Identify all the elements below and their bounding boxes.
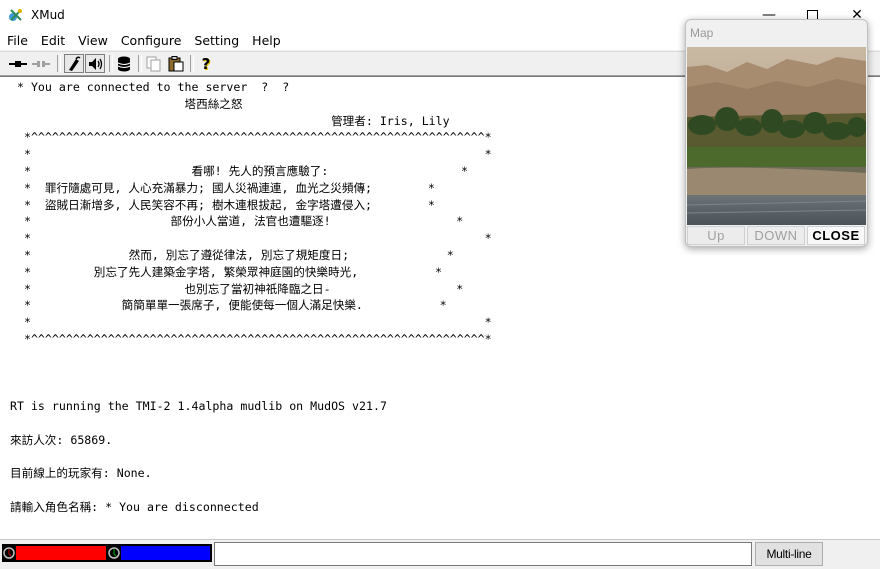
sound-button[interactable] [85, 54, 105, 73]
script-button[interactable] [64, 54, 84, 73]
window-title: XMud [31, 8, 65, 22]
sp-bar [121, 546, 210, 560]
help-button[interactable]: ? [196, 54, 216, 73]
map-window[interactable]: Map Up DOWN CLOSE [685, 19, 868, 247]
xmud-app-icon [9, 9, 22, 21]
toolbar-separator [57, 55, 61, 72]
toolbar-separator [109, 55, 113, 72]
disconnect-icon [32, 60, 50, 67]
sp-icon [108, 547, 120, 559]
map-window-title: Map [690, 26, 714, 40]
help-icon: ? [201, 54, 211, 73]
toolbar-separator [190, 55, 194, 72]
menu-file[interactable]: File [0, 33, 34, 48]
terminal-text: * You are connected to the server ? ? 塔西… [10, 80, 492, 514]
menu-configure[interactable]: Configure [114, 33, 188, 48]
hp-bar [16, 546, 106, 560]
hp-icon [3, 547, 15, 559]
menu-edit[interactable]: Edit [34, 33, 71, 48]
disconnect-button[interactable] [31, 54, 51, 73]
connect-icon [9, 60, 27, 67]
sound-icon [89, 57, 103, 70]
script-icon [69, 55, 81, 71]
paste-button[interactable] [166, 54, 186, 73]
copy-button[interactable] [144, 54, 164, 73]
command-input[interactable] [214, 542, 752, 566]
map-location-image [687, 47, 866, 225]
menu-help[interactable]: Help [245, 33, 287, 48]
stats-meter [2, 544, 212, 562]
status-bar: Multi-line [0, 539, 880, 569]
toolbar-separator [138, 55, 142, 72]
multiline-button[interactable]: Multi-line [755, 542, 823, 566]
menu-view[interactable]: View [71, 33, 114, 48]
database-icon [117, 56, 131, 71]
map-down-button[interactable]: DOWN [747, 226, 805, 245]
map-close-button[interactable]: CLOSE [807, 226, 865, 245]
paste-icon [168, 55, 184, 71]
map-up-button[interactable]: Up [687, 226, 745, 245]
copy-icon [146, 56, 161, 71]
connect-button[interactable] [8, 54, 28, 73]
menu-setting[interactable]: Setting [187, 33, 245, 48]
database-button[interactable] [114, 54, 134, 73]
